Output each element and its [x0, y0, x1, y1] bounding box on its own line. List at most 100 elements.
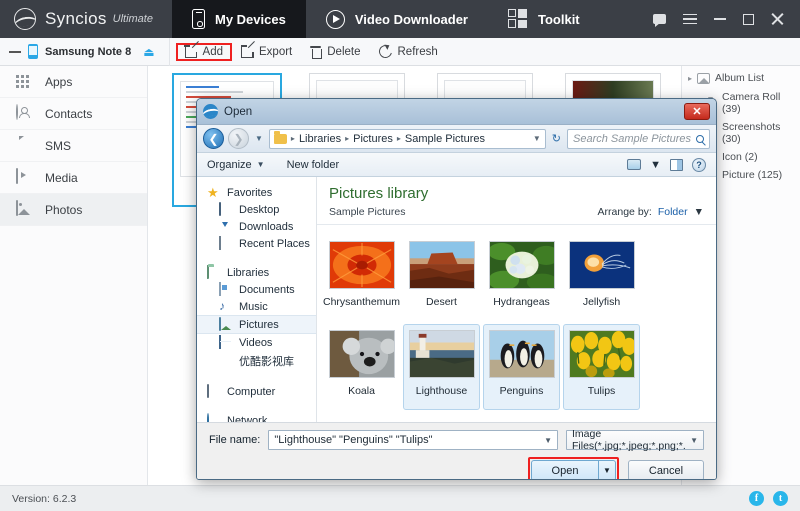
file-thumbnail [568, 240, 635, 289]
facebook-icon[interactable]: f [749, 491, 764, 506]
file-item-penguins[interactable]: Penguins [483, 323, 560, 410]
tree-item-network[interactable]: Network [197, 412, 316, 422]
sidebar-item-media[interactable]: Media [0, 162, 147, 194]
tab-video-downloader[interactable]: Video Downloader [306, 0, 488, 38]
refresh-icon [376, 42, 394, 61]
penguins-image [489, 330, 554, 377]
tree-item-documents[interactable]: Documents [197, 281, 316, 298]
tree-item-favorites[interactable]: ★ Favorites [197, 184, 316, 201]
sidebar-item-sms-label: SMS [45, 138, 72, 153]
minimize-button[interactable] [714, 18, 726, 20]
tree-item-libraries[interactable]: Libraries [197, 264, 316, 281]
dialog-titlebar: Open ✕ [197, 99, 716, 125]
new-folder-button[interactable]: New folder [287, 159, 340, 171]
breadcrumb-libraries[interactable]: Libraries [299, 133, 341, 145]
sidebar-item-sms[interactable]: SMS [0, 130, 147, 162]
device-toolbar: Samsung Note 8 ⏏ Add Export Delete Refre… [0, 37, 800, 66]
tab-my-devices[interactable]: My Devices [172, 0, 306, 38]
arrange-by-label: Arrange by: [597, 205, 652, 218]
pictures-icon [219, 317, 221, 331]
search-input[interactable]: Search Sample Pictures [567, 128, 710, 149]
album-item-screenshots-label: Screenshots (30) [722, 121, 781, 145]
breadcrumb-sample-pictures[interactable]: Sample Pictures [405, 133, 485, 145]
file-item-chrysanthemum[interactable]: Chrysanthemum [323, 235, 400, 321]
preview-pane-icon[interactable] [670, 158, 683, 171]
menu-icon [683, 13, 697, 25]
file-item-desert[interactable]: Desert [403, 235, 480, 321]
folder-icon [273, 131, 287, 144]
filetype-select[interactable]: Image Files(*.jpg;*.jpeg;*.png;*. ▼ [566, 428, 704, 452]
feedback-icon [653, 14, 666, 27]
sidebar-item-contacts[interactable]: Contacts [0, 98, 147, 130]
cancel-button[interactable]: Cancel [628, 460, 704, 479]
tree-item-music[interactable]: ♪ Music [197, 298, 316, 315]
dialog-close-button[interactable]: ✕ [684, 103, 710, 120]
tree-item-computer-label: Computer [227, 385, 276, 398]
organize-button[interactable]: Organize ▼ [207, 159, 265, 171]
album-item-icon-label: Icon (2) [722, 151, 758, 163]
dialog-footer: File name: "Lighthouse" "Penguins" "Tuli… [197, 422, 716, 479]
tree-item-videos[interactable]: Videos [197, 334, 316, 351]
tab-toolkit[interactable]: Toolkit [488, 0, 600, 38]
album-list-root[interactable]: ▸ Album List [682, 66, 800, 88]
chevron-down-icon: ▼ [256, 160, 265, 169]
breadcrumb[interactable]: ▸ Libraries ▸ Pictures ▸ Sample Pictures… [268, 128, 546, 149]
breadcrumb-pictures[interactable]: Pictures [353, 133, 393, 145]
dialog-body: ★ Favorites Desktop Downloads Recent Pla… [197, 177, 716, 422]
back-button[interactable]: ❮ [203, 128, 224, 149]
version-label: Version: 6.2.3 [12, 492, 77, 505]
file-item-hydrangeas[interactable]: Hydrangeas [483, 235, 560, 321]
view-mode-icon[interactable] [627, 159, 642, 170]
tree-item-desktop[interactable]: Desktop [197, 201, 316, 218]
filename-input[interactable]: "Lighthouse" "Penguins" "Tulips" ▼ [268, 430, 558, 450]
dialog-command-bar: Organize ▼ New folder ▼ ? [197, 153, 716, 177]
syncios-logo-icon [14, 8, 36, 30]
breadcrumb-separator: ▸ [290, 134, 295, 143]
maximize-button[interactable] [743, 13, 754, 25]
tree-item-youku[interactable]: 优酷影视库 [197, 351, 316, 371]
maximize-icon [743, 13, 754, 25]
tree-item-recent-places[interactable]: Recent Places [197, 235, 316, 252]
breadcrumb-dropdown-icon[interactable]: ▼ [533, 134, 541, 143]
arrange-by[interactable]: Arrange by: Folder ▼ [598, 206, 704, 218]
organize-label: Organize [207, 158, 252, 171]
file-item-tulips[interactable]: Tulips [563, 323, 640, 410]
delete-button[interactable]: Delete [301, 43, 369, 61]
file-thumbnail [328, 329, 395, 378]
chevron-down-icon: ▼ [693, 205, 704, 218]
refresh-button[interactable]: Refresh [370, 42, 447, 61]
tree-item-downloads[interactable]: Downloads [197, 218, 316, 235]
refresh-icon[interactable]: ↻ [550, 132, 563, 145]
library-icon [207, 265, 209, 279]
chevron-down-icon[interactable]: ▼ [544, 436, 552, 445]
file-item-lighthouse[interactable]: Lighthouse [403, 323, 480, 410]
export-button-label: Export [259, 45, 293, 58]
open-button[interactable]: Open [531, 460, 599, 479]
twitter-icon[interactable]: t [773, 491, 788, 506]
help-icon[interactable]: ? [692, 157, 706, 172]
menu-button[interactable] [683, 13, 697, 25]
file-item-jellyfish[interactable]: Jellyfish [563, 235, 640, 321]
collapse-icon[interactable] [9, 50, 21, 53]
tree-item-computer[interactable]: Computer [197, 383, 316, 400]
open-dropdown-button[interactable]: ▼ [599, 460, 616, 479]
tree-item-pictures[interactable]: Pictures [197, 315, 316, 334]
sidebar-item-photos[interactable]: Photos [0, 194, 147, 226]
export-button[interactable]: Export [232, 40, 301, 61]
album-item-camera-roll-label: Camera Roll (39) [722, 91, 781, 115]
add-button[interactable]: Add [175, 40, 232, 61]
eject-icon[interactable]: ⏏ [143, 45, 154, 59]
forward-button[interactable]: ❯ [228, 128, 249, 149]
recent-locations-icon[interactable]: ▼ [255, 134, 263, 143]
close-button[interactable] [771, 12, 784, 26]
file-list-pane: Pictures library Sample Pictures Arrange… [317, 177, 716, 422]
tree-item-youku-label: 优酷影视库 [239, 356, 294, 368]
sidebar-item-apps[interactable]: Apps [0, 66, 147, 98]
chevron-down-icon[interactable]: ▼ [650, 159, 661, 171]
file-item-koala[interactable]: Koala [323, 324, 400, 410]
sidebar-item-photos-label: Photos [45, 202, 83, 217]
dialog-buttons: Open ▼ Cancel [197, 450, 716, 479]
file-thumbnail [408, 240, 475, 289]
chevron-right-icon: ▸ [688, 73, 693, 83]
feedback-button[interactable] [653, 14, 666, 27]
